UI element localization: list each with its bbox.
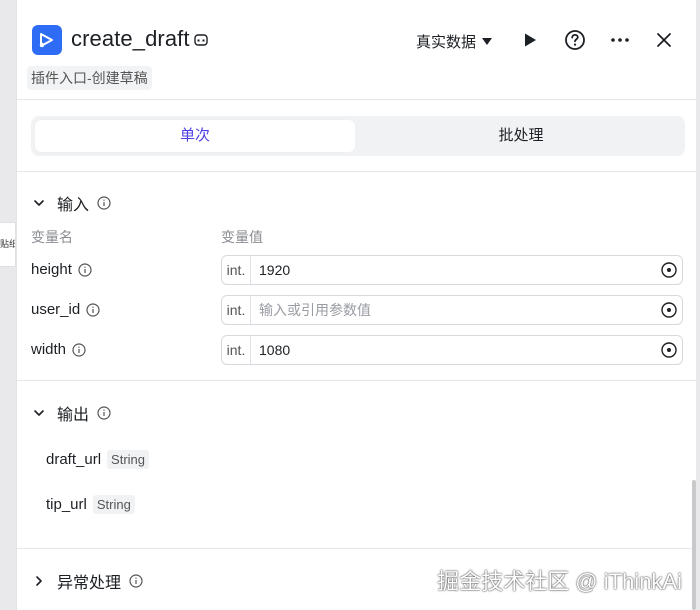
chevron-down-icon [34, 200, 44, 206]
page-title: create_draft [71, 26, 190, 51]
output-item-draft-url: draft_url String [46, 450, 149, 469]
run-mode-tabs: 单次 批处理 [31, 116, 685, 156]
info-icon[interactable] [97, 406, 111, 420]
node-subtitle: 插件入口-创建草稿 [27, 66, 152, 90]
type-tag: int. [222, 336, 251, 364]
data-mode-label: 真实数据 [416, 34, 477, 51]
user-id-placeholder[interactable]: 输入或引用参数值 [259, 300, 660, 320]
output-item-tip-url: tip_url String [46, 495, 135, 514]
width-value[interactable]: 1080 [259, 342, 660, 358]
param-label-width: width [31, 341, 86, 358]
variable-reference-icon[interactable] [660, 261, 678, 279]
run-button[interactable] [518, 28, 542, 52]
info-icon[interactable] [129, 574, 143, 588]
scrollbar[interactable] [692, 480, 696, 610]
caret-down-icon [482, 37, 493, 45]
panel-header: create_draft 插件入口-创建草稿 真实数据 [17, 0, 696, 100]
user-id-input[interactable]: int. 输入或引用参数值 [221, 295, 683, 325]
height-input[interactable]: int. 1920 [221, 255, 683, 285]
type-tag: int. [222, 296, 251, 324]
divider [17, 548, 696, 549]
exception-section-toggle[interactable]: 异常处理 [33, 569, 143, 593]
info-icon[interactable] [86, 302, 100, 317]
width-input[interactable]: int. 1080 [221, 335, 683, 365]
type-tag: int. [222, 256, 251, 284]
tab-single[interactable]: 单次 [35, 120, 355, 152]
divider [17, 380, 696, 381]
more-button[interactable] [608, 28, 632, 52]
param-name: height [31, 261, 72, 278]
variable-reference-icon[interactable] [660, 341, 678, 359]
param-label-user-id: user_id [31, 301, 100, 318]
param-name: width [31, 341, 67, 358]
input-section-title: 输入 [57, 197, 90, 214]
variable-reference-icon[interactable] [660, 301, 678, 319]
output-section-toggle[interactable]: 输出 [33, 401, 111, 425]
node-test-panel: create_draft 插件入口-创建草稿 真实数据 单次 批处理 输入 变量… [16, 0, 696, 610]
column-header-name: 变量名 [31, 229, 73, 245]
output-name: draft_url [46, 451, 102, 468]
info-icon[interactable] [97, 196, 111, 210]
info-icon[interactable] [72, 342, 86, 357]
param-label-height: height [31, 261, 92, 278]
output-name: tip_url [46, 496, 87, 513]
info-icon[interactable] [78, 262, 92, 277]
close-icon [657, 33, 671, 47]
chevron-down-icon [34, 410, 44, 416]
bot-icon [194, 34, 208, 46]
param-name: user_id [31, 301, 81, 318]
play-icon [525, 33, 536, 47]
output-section-title: 输出 [57, 407, 90, 424]
close-button[interactable] [652, 28, 676, 52]
background-side-text: 贴纸 [0, 239, 15, 249]
help-button[interactable] [563, 28, 587, 52]
input-section-toggle[interactable]: 输入 [33, 191, 111, 215]
divider [17, 171, 696, 172]
data-mode-select[interactable]: 真实数据 [416, 31, 493, 52]
background-canvas-snippet: 贴纸 [0, 222, 16, 267]
output-type-tag: String [107, 450, 149, 469]
chevron-right-icon [36, 576, 42, 586]
exception-section-title: 异常处理 [57, 575, 122, 592]
plugin-app-icon [32, 25, 62, 55]
help-icon [565, 30, 585, 50]
height-value[interactable]: 1920 [259, 262, 660, 278]
more-icon [611, 38, 629, 42]
column-header-value: 变量值 [221, 229, 263, 245]
output-type-tag: String [92, 495, 135, 514]
watermark: 掘金技术社区 @ iThinkAi [437, 569, 682, 594]
tab-batch[interactable]: 批处理 [361, 120, 681, 152]
